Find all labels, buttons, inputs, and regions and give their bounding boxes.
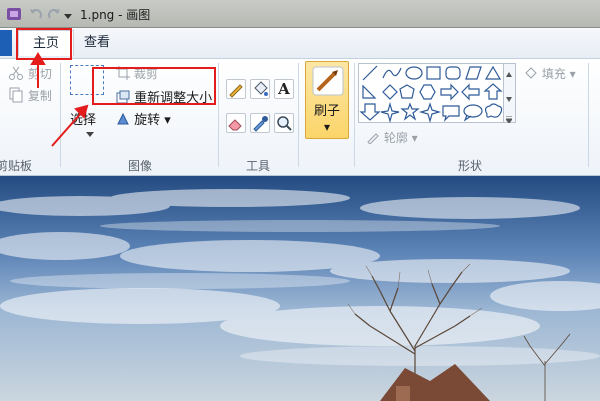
annotation-arrows xyxy=(30,52,89,147)
